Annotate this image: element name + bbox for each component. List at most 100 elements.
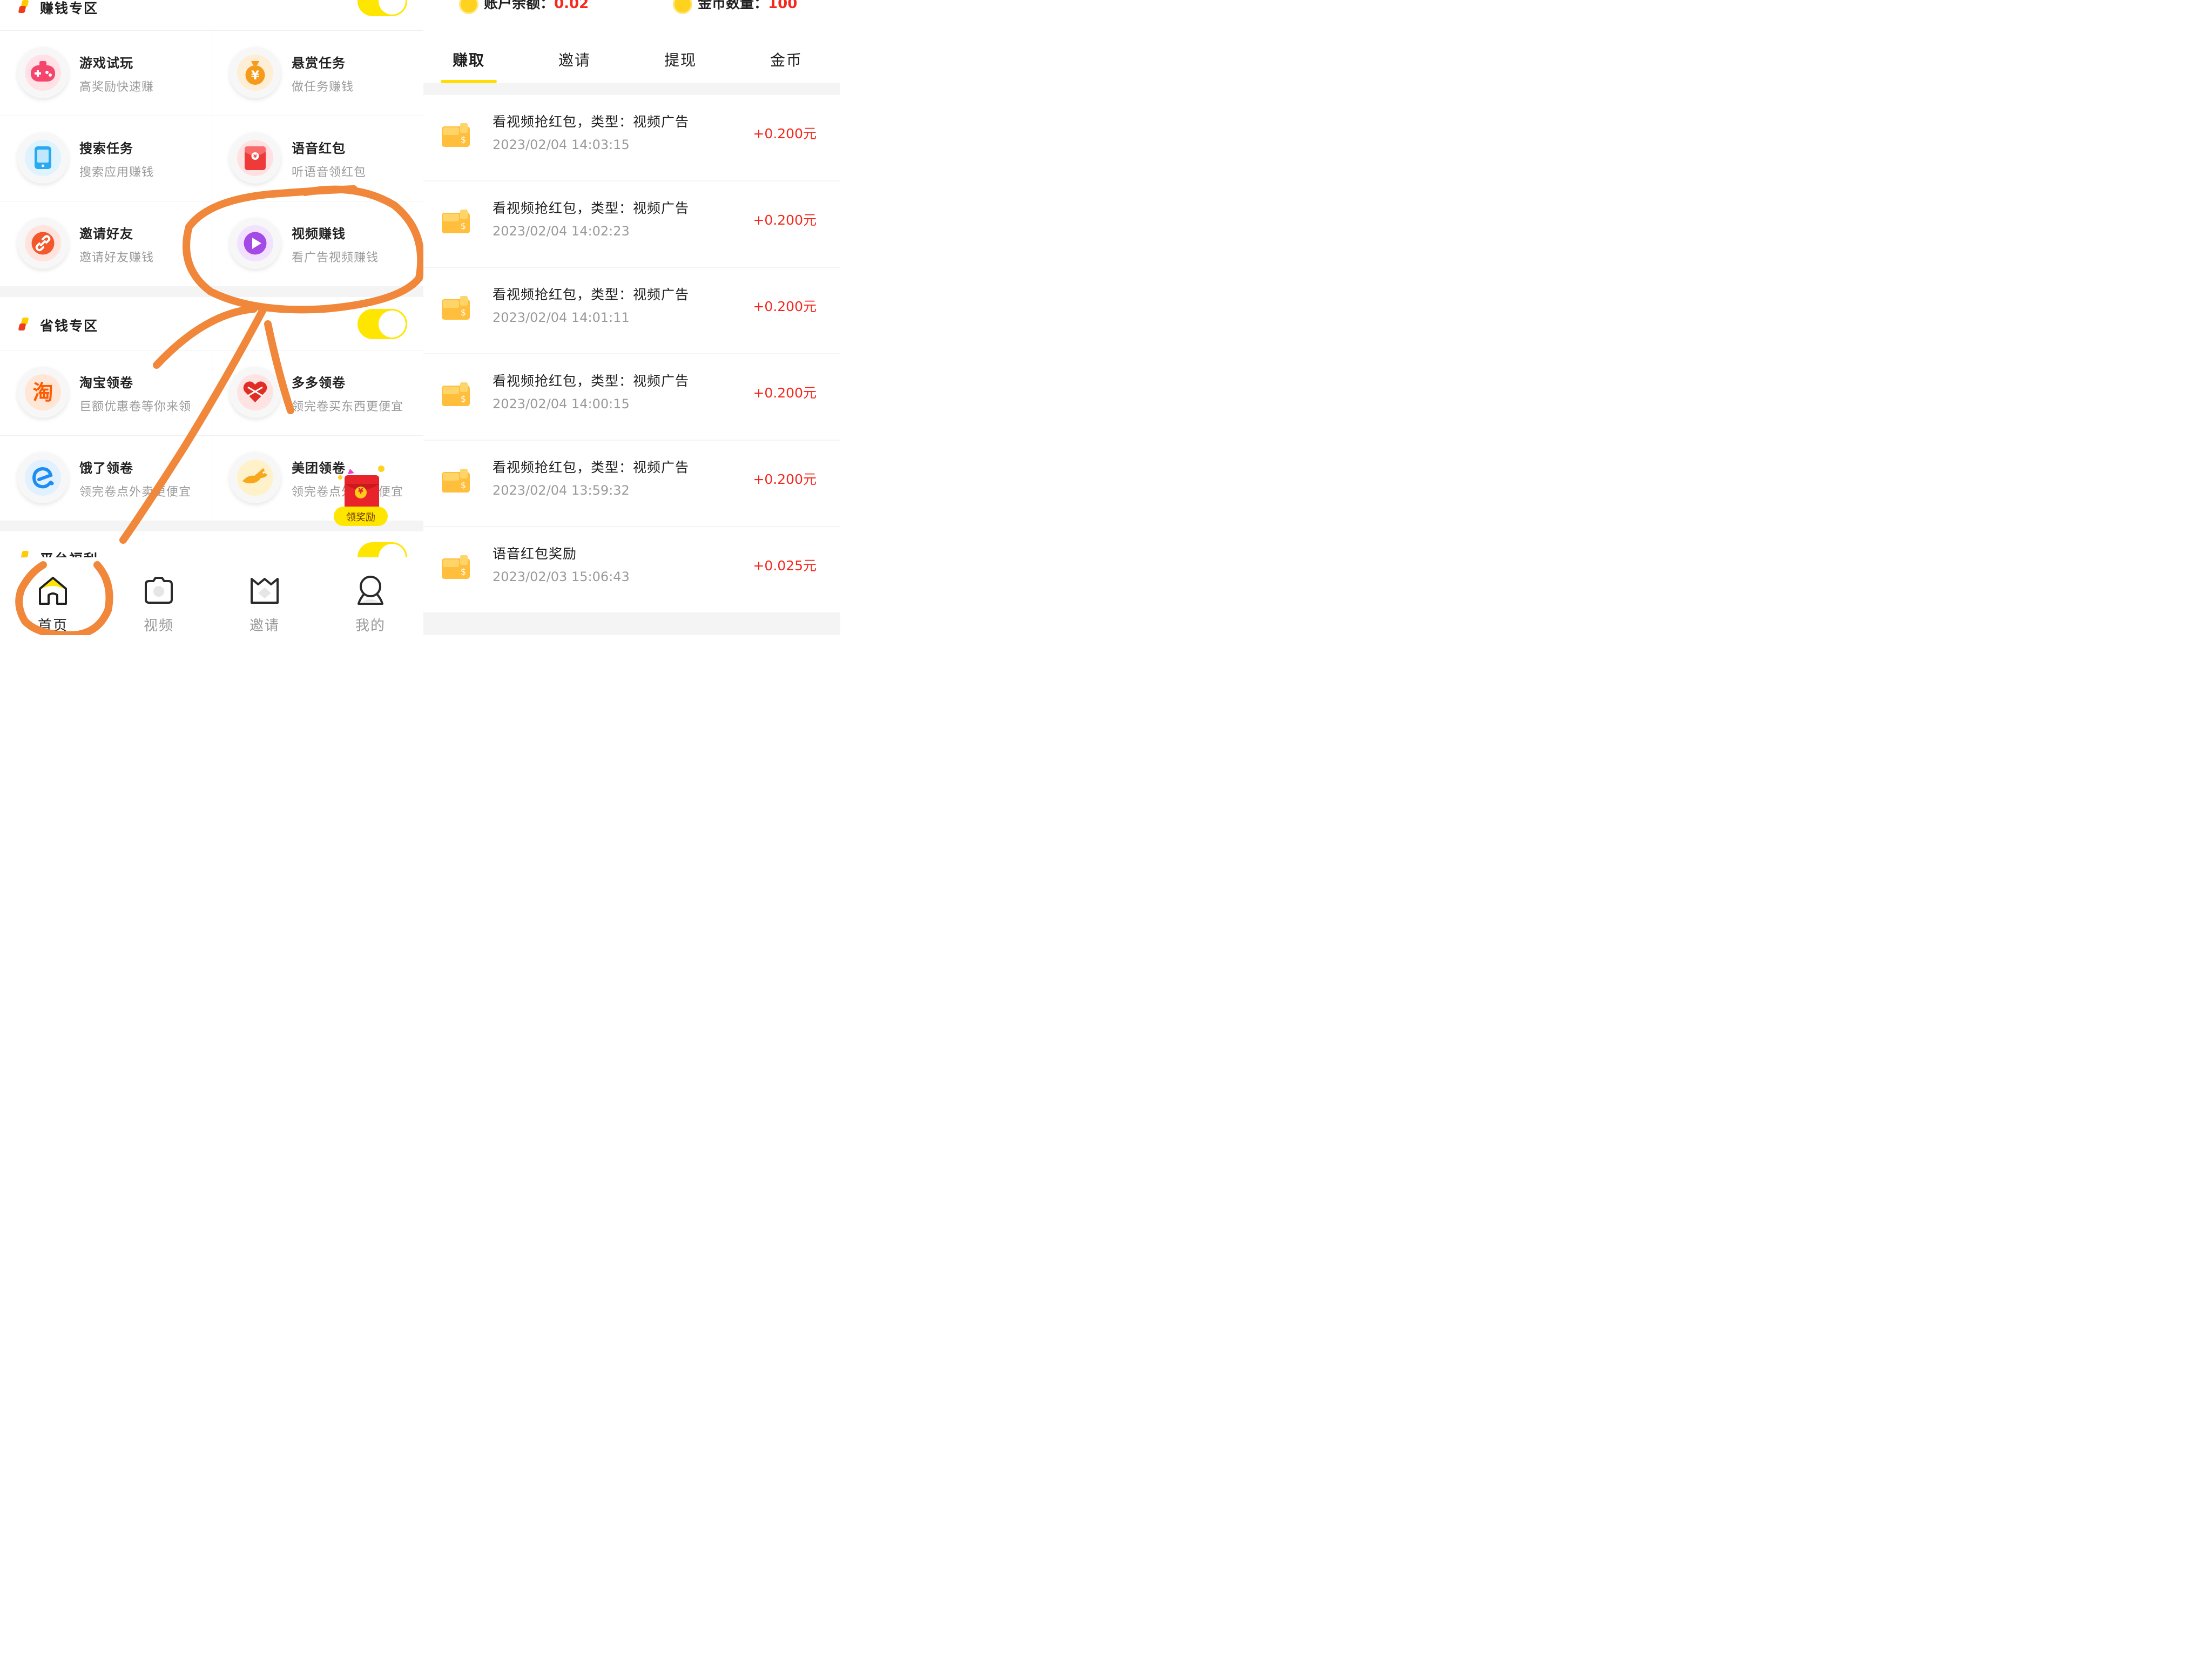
section-marker-icon <box>18 0 29 13</box>
bottom-nav: 首页 视频 邀请 我的 <box>0 557 423 635</box>
link-icon <box>25 225 61 261</box>
tile-subtitle: 领完卷点外卖更便宜 <box>79 485 192 499</box>
tile-subtitle: 邀请好友赚钱 <box>79 251 154 265</box>
record-item[interactable]: $ 看视频抢红包，类型：视频广告 2023/02/04 14:00:15 +0.… <box>423 354 840 440</box>
tile-taobao-coupon[interactable]: 淘 淘宝领卷 巨额优惠卷等你来领 <box>0 350 212 435</box>
tile-invite-friends[interactable]: 邀请好友 邀请好友赚钱 <box>0 201 212 286</box>
tile-subtitle: 听语音领红包 <box>292 166 367 179</box>
svg-text:$: $ <box>461 480 466 490</box>
tile-subtitle: 高奖励快速赚 <box>79 80 154 94</box>
home-icon <box>39 577 67 605</box>
nav-video[interactable]: 视频 <box>106 557 212 635</box>
tab-withdraw[interactable]: 提现 <box>628 49 733 70</box>
tab-coins[interactable]: 金币 <box>733 49 839 70</box>
record-title: 看视频抢红包，类型：视频广告 <box>493 114 690 130</box>
tile-subtitle: 领完卷买东西更便宜 <box>292 400 404 414</box>
earnings-screen: 账户余额：0.02 金币数量：100 赚取 邀请 提现 金币 $ 看视频抢红包，… <box>423 0 840 635</box>
section-divider <box>0 286 423 297</box>
tile-title: 游戏试玩 <box>79 56 133 71</box>
earn-section-toggle[interactable] <box>358 0 407 16</box>
record-time: 2023/02/04 14:01:11 <box>493 310 630 325</box>
record-time: 2023/02/04 14:03:15 <box>493 137 630 152</box>
wallet-icon: $ <box>442 210 470 233</box>
tile-subtitle: 搜索应用赚钱 <box>79 166 154 179</box>
record-amount: +0.200元 <box>753 385 817 401</box>
nav-video-label: 视频 <box>143 618 174 634</box>
earn-section-header: 赚钱专区 <box>0 0 423 22</box>
svg-text:$: $ <box>461 307 466 318</box>
record-title: 看视频抢红包，类型：视频广告 <box>493 373 690 389</box>
save-section-title: 省钱专区 <box>40 318 99 334</box>
record-item[interactable]: $ 看视频抢红包，类型：视频广告 2023/02/04 14:03:15 +0.… <box>423 95 840 180</box>
record-title: 看视频抢红包，类型：视频广告 <box>493 460 690 475</box>
record-amount: +0.200元 <box>753 212 817 228</box>
home-screen: 赚钱专区 游戏试玩 高奖励快速赚 ¥ 悬赏任务 做任务赚钱 搜索任务 搜索应用赚… <box>0 0 423 635</box>
play-icon <box>237 225 273 261</box>
tile-bounty-task[interactable]: ¥ 悬赏任务 做任务赚钱 <box>212 30 423 115</box>
eleme-icon <box>25 460 61 496</box>
reward-float-button[interactable]: ¥ 领奖励 <box>334 460 390 527</box>
coin-count: 金币数量：100 <box>673 0 797 14</box>
money-bag-icon: ¥ <box>237 55 273 91</box>
save-section-header: 省钱专区 <box>0 309 423 339</box>
wallet-icon: $ <box>442 382 470 406</box>
tile-search-task[interactable]: 搜索任务 搜索应用赚钱 <box>0 116 212 200</box>
record-tabs: 赚取 邀请 提现 金币 <box>423 32 840 83</box>
earn-section-title: 赚钱专区 <box>40 1 99 16</box>
wallet-icon: $ <box>442 296 470 320</box>
tile-title: 多多领卷 <box>292 375 346 390</box>
svg-text:¥: ¥ <box>253 154 257 160</box>
coins-label: 金币数量： <box>698 0 768 12</box>
coins-value: 100 <box>768 0 798 12</box>
record-item[interactable]: $ 语音红包奖励 2023/02/03 15:06:43 +0.025元 <box>423 527 840 612</box>
record-title: 看视频抢红包，类型：视频广告 <box>493 200 690 216</box>
account-balance: 账户余额：0.02 <box>459 0 589 14</box>
tile-title: 饿了领卷 <box>79 461 133 476</box>
tile-game-trial[interactable]: 游戏试玩 高奖励快速赚 <box>0 30 212 115</box>
record-time: 2023/02/03 15:06:43 <box>493 569 630 584</box>
record-time: 2023/02/04 14:02:23 <box>493 224 630 239</box>
crown-icon <box>251 578 279 604</box>
record-amount: +0.200元 <box>753 299 817 314</box>
nav-home-label: 首页 <box>37 618 68 634</box>
tablet-icon <box>25 140 61 176</box>
pinduoduo-icon <box>237 374 273 410</box>
nav-home[interactable]: 首页 <box>0 557 106 635</box>
reward-glyph: ¥ <box>358 487 363 496</box>
svg-text:淘: 淘 <box>32 381 53 404</box>
camera-icon <box>145 577 173 604</box>
nav-mine-label: 我的 <box>355 618 386 634</box>
record-item[interactable]: $ 看视频抢红包，类型：视频广告 2023/02/04 14:02:23 +0.… <box>423 181 840 267</box>
wallet-icon: $ <box>442 469 470 493</box>
record-item[interactable]: $ 看视频抢红包，类型：视频广告 2023/02/04 14:01:11 +0.… <box>423 268 840 353</box>
red-envelope-icon: ¥ <box>237 140 273 176</box>
tile-title: 悬赏任务 <box>292 56 346 71</box>
tile-eleme-coupon[interactable]: 饿了领卷 领完卷点外卖更便宜 <box>0 435 212 520</box>
section-marker-icon <box>18 318 29 331</box>
tile-meituan-coupon[interactable]: 美团领卷 领完卷点外卖更便宜 <box>212 435 423 520</box>
coin-icon <box>459 0 478 14</box>
wallet-icon: $ <box>442 555 470 579</box>
tile-voice-redpacket[interactable]: ¥ 语音红包 听语音领红包 <box>212 116 423 200</box>
svg-text:$: $ <box>461 567 466 577</box>
svg-text:$: $ <box>461 394 466 404</box>
tab-invite[interactable]: 邀请 <box>522 49 628 70</box>
tile-subtitle: 做任务赚钱 <box>292 80 354 94</box>
record-title: 看视频抢红包，类型：视频广告 <box>493 287 690 302</box>
meituan-kangaroo-icon <box>237 460 273 496</box>
tile-subtitle: 看广告视频赚钱 <box>292 251 379 265</box>
save-section-toggle[interactable] <box>358 309 407 339</box>
record-item[interactable]: $ 看视频抢红包，类型：视频广告 2023/02/04 13:59:32 +0.… <box>423 441 840 526</box>
reward-label: 领奖励 <box>346 512 375 523</box>
tile-title: 淘宝领卷 <box>79 375 133 390</box>
tile-title: 搜索任务 <box>79 141 133 156</box>
tab-earn[interactable]: 赚取 <box>423 49 522 70</box>
nav-invite[interactable]: 邀请 <box>212 557 318 635</box>
profile-icon <box>358 576 383 605</box>
tile-pinduoduo-coupon[interactable]: 多多领卷 领完卷买东西更便宜 <box>212 350 423 435</box>
tile-video-earn[interactable]: 视频赚钱 看广告视频赚钱 <box>212 201 423 286</box>
record-amount: +0.200元 <box>753 126 817 141</box>
nav-mine[interactable]: 我的 <box>318 557 423 635</box>
nav-invite-label: 邀请 <box>249 618 280 634</box>
record-amount: +0.025元 <box>753 558 817 574</box>
